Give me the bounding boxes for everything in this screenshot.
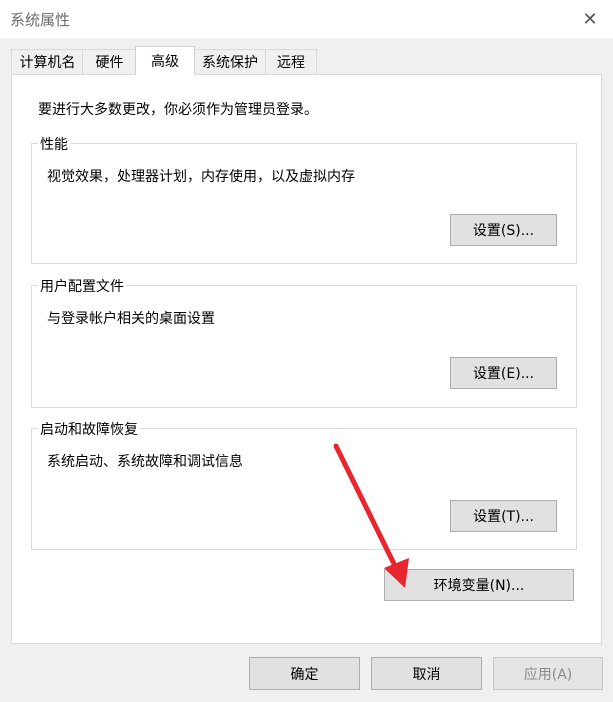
advanced-tab-panel: 要进行大多数更改，你必须作为管理员登录。 性能 视觉效果，处理器计划，内存使用，… [11, 74, 602, 644]
startup-recovery-settings-button[interactable]: 设置(T)... [450, 500, 557, 532]
environment-variables-button[interactable]: 环境变量(N)... [384, 569, 574, 601]
startup-recovery-description: 系统启动、系统故障和调试信息 [47, 454, 243, 470]
cancel-button[interactable]: 取消 [371, 657, 482, 690]
user-profiles-group-label: 用户配置文件 [38, 276, 126, 296]
title-bar: 系统属性 ✕ [0, 0, 613, 38]
tab-advanced[interactable]: 高级 [135, 46, 195, 75]
performance-description: 视觉效果，处理器计划，内存使用，以及虚拟内存 [47, 169, 355, 185]
tab-computer-name[interactable]: 计算机名 [11, 49, 84, 74]
window-title: 系统属性 [10, 11, 71, 29]
close-icon: ✕ [582, 8, 598, 30]
performance-group-label: 性能 [38, 134, 70, 154]
performance-group: 性能 视觉效果，处理器计划，内存使用，以及虚拟内存 设置(S)... [31, 134, 577, 264]
user-profiles-settings-button[interactable]: 设置(E)... [450, 357, 557, 389]
user-profiles-description: 与登录帐户相关的桌面设置 [47, 311, 215, 327]
close-button[interactable]: ✕ [567, 0, 613, 38]
tab-system-protection[interactable]: 系统保护 [193, 49, 267, 74]
user-profiles-group: 用户配置文件 与登录帐户相关的桌面设置 设置(E)... [31, 276, 577, 408]
tab-remote[interactable]: 远程 [265, 49, 317, 74]
performance-settings-button[interactable]: 设置(S)... [450, 214, 557, 246]
ok-button[interactable]: 确定 [249, 657, 360, 690]
tab-hardware[interactable]: 硬件 [82, 49, 137, 74]
startup-recovery-group: 启动和故障恢复 系统启动、系统故障和调试信息 设置(T)... [31, 419, 577, 550]
startup-recovery-group-label: 启动和故障恢复 [38, 419, 140, 439]
admin-note: 要进行大多数更改，你必须作为管理员登录。 [38, 102, 318, 118]
apply-button: 应用(A) [493, 657, 603, 690]
